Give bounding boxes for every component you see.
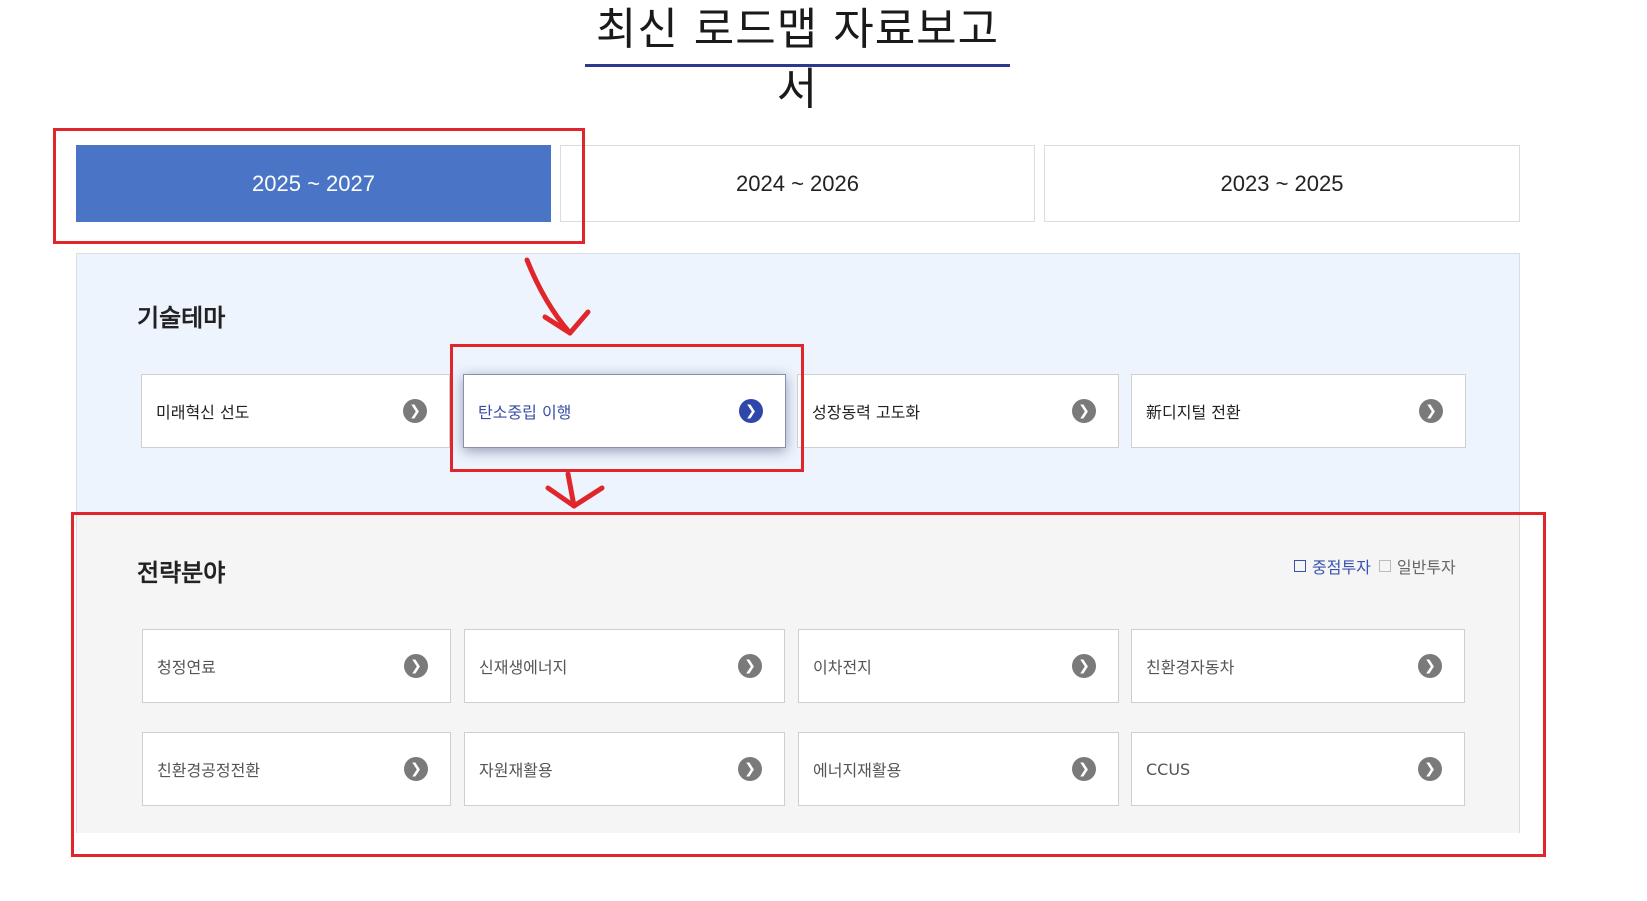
title-underline	[585, 64, 1010, 67]
page-title: 최신 로드맵 자료보고서	[595, 4, 1000, 115]
chevron-right-icon: ❯	[739, 399, 763, 423]
general-legend-label: 일반투자	[1396, 558, 1456, 577]
theme-card-future-innovation[interactable]: 미래혁신 선도 ❯	[141, 374, 450, 448]
theme-card-growth-engine[interactable]: 성장동력 고도화 ❯	[797, 374, 1119, 448]
chevron-right-icon: ❯	[403, 399, 427, 423]
strategy-card[interactable]: 에너지재활용 ❯	[798, 732, 1119, 806]
strategy-card-label: 친환경자동차	[1146, 658, 1235, 677]
strategy-card[interactable]: CCUS ❯	[1131, 732, 1465, 806]
theme-card-new-digital[interactable]: 新디지털 전환 ❯	[1131, 374, 1466, 448]
chevron-right-icon: ❯	[1418, 654, 1442, 678]
strategy-card[interactable]: 친환경공정전환 ❯	[142, 732, 451, 806]
tech-theme-title: 기술테마	[137, 304, 226, 332]
strategy-card[interactable]: 청정연료 ❯	[142, 629, 451, 703]
chevron-right-icon: ❯	[738, 757, 762, 781]
chevron-right-icon: ❯	[1072, 654, 1096, 678]
chevron-right-icon: ❯	[738, 654, 762, 678]
strategy-title: 전략분야	[137, 559, 226, 587]
theme-card-carbon-neutral[interactable]: 탄소중립 이행 ❯	[463, 374, 786, 448]
strategy-card[interactable]: 자원재활용 ❯	[464, 732, 785, 806]
strategy-card[interactable]: 친환경자동차 ❯	[1131, 629, 1465, 703]
chevron-right-icon: ❯	[404, 654, 428, 678]
tab-2024-2026[interactable]: 2024 ~ 2026	[560, 145, 1035, 222]
investment-legend: 중점투자 일반투자	[1294, 554, 1456, 578]
tab-2023-2025[interactable]: 2023 ~ 2025	[1044, 145, 1520, 222]
strategy-card[interactable]: 신재생에너지 ❯	[464, 629, 785, 703]
general-legend-swatch	[1378, 560, 1391, 572]
theme-card-label: 新디지털 전환	[1146, 403, 1241, 422]
chevron-right-icon: ❯	[1418, 757, 1442, 781]
strategy-card[interactable]: 이차전지 ❯	[798, 629, 1119, 703]
chevron-right-icon: ❯	[404, 757, 428, 781]
focus-legend-label: 중점투자	[1312, 558, 1371, 577]
strategy-card-label: CCUS	[1146, 759, 1191, 779]
focus-legend-swatch	[1294, 560, 1306, 572]
chevron-right-icon: ❯	[1072, 757, 1096, 781]
chevron-right-icon: ❯	[1419, 399, 1443, 423]
chevron-right-icon: ❯	[1072, 399, 1096, 423]
tab-2025-2027[interactable]: 2025 ~ 2027	[76, 145, 551, 222]
